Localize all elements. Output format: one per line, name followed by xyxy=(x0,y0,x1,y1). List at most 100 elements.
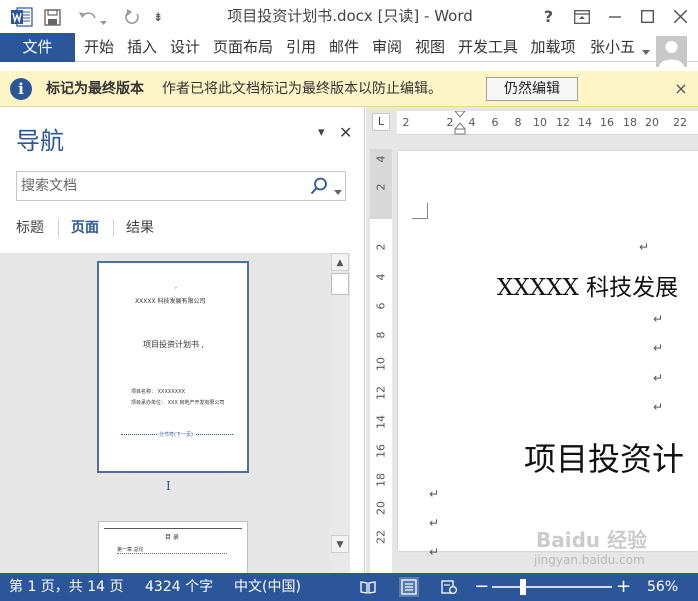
ruler-tick: 12 xyxy=(374,386,388,400)
ruler-tick: 10 xyxy=(533,116,547,129)
tab-developer[interactable]: 开发工具 xyxy=(454,33,522,62)
ruler-tick: 6 xyxy=(491,116,499,129)
minimize-icon[interactable] xyxy=(598,0,631,33)
watermark: Baidu 经验 xyxy=(536,528,648,552)
nav-tab-pages[interactable]: 页面 xyxy=(71,217,99,237)
ruler-tick: 4 xyxy=(468,116,476,129)
title-bar: ⇟ 项目投资计划书.docx [只读] - Word ? xyxy=(0,0,698,33)
undo-dropdown-icon[interactable] xyxy=(100,14,107,30)
tab-design[interactable]: 设计 xyxy=(166,33,204,62)
page-thumbnail-2[interactable]: 目 录 第一章 总论 xyxy=(98,521,248,573)
indent-marker-icon[interactable] xyxy=(453,110,467,139)
thumbnail-text: XXXXX 科技发展有限公司 xyxy=(135,298,206,305)
ruler-tick: 16 xyxy=(374,444,388,458)
paragraph-mark: ↵ xyxy=(653,371,664,385)
help-button[interactable]: ? xyxy=(532,0,565,33)
undo-icon[interactable] xyxy=(77,9,99,30)
tab-references[interactable]: 引用 xyxy=(282,33,320,62)
page-thumbnail-1[interactable]: , XXXXX 科技发展有限公司 项目投资计划书 , 项目名称： XXXXXXX… xyxy=(97,261,249,473)
vertical-ruler[interactable]: 4 2 2 4 6 8 10 12 14 16 18 20 22 xyxy=(370,149,392,573)
tab-mailings[interactable]: 邮件 xyxy=(325,33,363,62)
ruler-tick: 18 xyxy=(374,473,388,487)
customize-icon[interactable]: ⇟ xyxy=(150,0,166,33)
web-layout-icon[interactable] xyxy=(441,579,458,595)
ruler-tick: 2 xyxy=(374,243,388,251)
paragraph-mark: ↵ xyxy=(429,516,440,530)
paragraph-mark: ↵ xyxy=(653,400,664,414)
ruler-tick: 6 xyxy=(374,302,388,310)
paragraph-mark: ↵ xyxy=(653,312,664,326)
nav-scrollbar[interactable]: ▲ ▼ xyxy=(330,253,350,573)
zoom-in-button[interactable]: + xyxy=(616,573,631,601)
document-area: L 2 2 4 6 8 10 12 14 16 18 20 22 4 2 2 4… xyxy=(366,107,698,573)
ruler-tick: 2 xyxy=(374,183,388,191)
tab-view[interactable]: 视图 xyxy=(411,33,449,62)
ruler-tick: 4 xyxy=(374,273,388,281)
tab-review[interactable]: 审阅 xyxy=(368,33,406,62)
zoom-percent[interactable]: 56% xyxy=(647,573,678,601)
language-indicator[interactable]: 中文(中国) xyxy=(234,573,301,601)
close-icon[interactable] xyxy=(664,0,697,33)
zoom-slider[interactable] xyxy=(492,586,612,588)
save-icon[interactable] xyxy=(44,9,61,30)
page-thumbnails: , XXXXX 科技发展有限公司 项目投资计划书 , 项目名称： XXXXXXX… xyxy=(0,253,330,573)
ribbon-display-icon[interactable] xyxy=(565,0,598,33)
ruler-tick: 22 xyxy=(673,116,687,129)
user-dropdown-icon[interactable] xyxy=(642,44,650,60)
scroll-down-icon[interactable]: ▼ xyxy=(331,535,349,553)
word-count[interactable]: 4324 个字 xyxy=(145,573,213,601)
ruler-tick: 20 xyxy=(645,116,659,129)
avatar[interactable] xyxy=(656,36,687,67)
nav-pane-options-icon[interactable]: ▾ xyxy=(318,125,325,140)
horizontal-ruler[interactable]: 2 2 4 6 8 10 12 14 16 18 20 22 xyxy=(397,110,698,135)
message-bar-text: 作者已将此文档标记为最终版本以防止编辑。 xyxy=(162,81,442,97)
redo-icon[interactable] xyxy=(123,9,141,30)
user-name[interactable]: 张小五 xyxy=(590,33,635,62)
ruler-tick: 14 xyxy=(578,116,592,129)
page-count[interactable]: 第 1 页，共 14 页 xyxy=(9,573,124,601)
ruler-tick: 4 xyxy=(374,155,388,163)
thumbnail-text: , xyxy=(175,283,177,290)
nav-tab-divider xyxy=(58,219,59,237)
thumbnail-text: 项目承办单位： XXX 房地产开发有限公司 xyxy=(131,400,225,406)
nav-tab-results[interactable]: 结果 xyxy=(126,217,154,237)
word-logo-icon[interactable] xyxy=(11,7,33,27)
ruler-tick: 16 xyxy=(600,116,614,129)
ribbon-tabs: 文件 开始 插入 设计 页面布局 引用 邮件 审阅 视图 开发工具 加载项 张小… xyxy=(0,33,698,67)
scroll-up-icon[interactable]: ▲ xyxy=(331,253,349,271)
paragraph-mark: ↵ xyxy=(639,240,650,254)
window-title: 项目投资计划书.docx [只读] - Word xyxy=(227,7,473,25)
nav-tab-divider xyxy=(113,219,114,237)
read-mode-icon[interactable] xyxy=(360,579,376,595)
search-icon[interactable] xyxy=(310,177,328,199)
ruler-tick: 8 xyxy=(374,331,388,339)
tab-file[interactable]: 文件 xyxy=(0,33,75,62)
zoom-slider-thumb[interactable] xyxy=(519,579,526,595)
tab-selector-icon[interactable]: L xyxy=(372,113,390,131)
tab-home[interactable]: 开始 xyxy=(80,33,118,62)
ruler-tick: 12 xyxy=(556,116,570,129)
margin-corner-mark xyxy=(412,203,428,219)
navigation-pane: 导航 ▾ ✕ 标题 页面 结果 , XXXXX 科技发展有限公司 项目投资计划书… xyxy=(0,107,365,573)
message-bar-title: 标记为最终版本 xyxy=(46,81,144,97)
zoom-out-button[interactable]: − xyxy=(474,573,489,601)
ruler-tick: 2 xyxy=(446,116,454,129)
page-marker: I xyxy=(166,479,171,493)
nav-pane-close-icon[interactable]: ✕ xyxy=(339,123,352,142)
nav-tab-headings[interactable]: 标题 xyxy=(16,217,44,237)
scrollbar-thumb[interactable] xyxy=(331,273,349,295)
tab-page-layout[interactable]: 页面布局 xyxy=(209,33,277,62)
thumbnail-text: 项目投资计划书 , xyxy=(143,340,205,349)
tab-add-ins[interactable]: 加载项 xyxy=(527,33,579,62)
maximize-icon[interactable] xyxy=(631,0,664,33)
document-heading-company: XXXXX 科技发展 xyxy=(497,275,679,301)
info-icon: i xyxy=(10,78,32,100)
search-input[interactable] xyxy=(17,172,297,200)
message-bar-close-icon[interactable]: × xyxy=(672,78,690,100)
search-options-icon[interactable] xyxy=(334,184,342,200)
print-layout-icon[interactable] xyxy=(399,577,419,597)
thumbnail-rule xyxy=(104,528,242,529)
nav-search-box xyxy=(16,171,346,201)
edit-anyway-button[interactable]: 仍然编辑 xyxy=(486,77,578,101)
tab-insert[interactable]: 插入 xyxy=(123,33,161,62)
